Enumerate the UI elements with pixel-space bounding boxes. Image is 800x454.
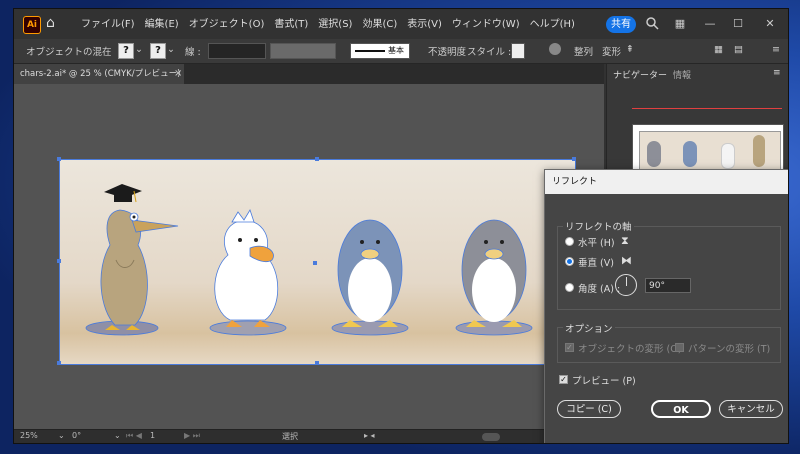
brown-bird-graduate <box>100 184 179 330</box>
variable-width-profile[interactable] <box>270 43 336 59</box>
vertical-radio[interactable] <box>565 257 574 266</box>
current-tool: 選択 <box>282 432 298 441</box>
reflect-vertical-icon: ⧓ <box>621 254 632 267</box>
angle-radio[interactable] <box>565 283 574 292</box>
chevron-down-icon[interactable]: ⌄ <box>114 431 121 440</box>
angle-dial[interactable] <box>615 274 637 296</box>
preview-checkbox[interactable]: ✓ <box>559 375 568 384</box>
status-menu-icon[interactable]: ▸ ◂ <box>364 431 375 440</box>
chevron-down-icon[interactable]: ⌄ <box>167 44 175 55</box>
chevron-down-icon[interactable]: ⌄ <box>135 44 143 55</box>
transform-label[interactable]: 変形 <box>602 44 621 58</box>
preview-label[interactable]: プレビュー (P) <box>572 373 636 387</box>
artboard-number[interactable]: 1 <box>150 431 155 440</box>
ok-button[interactable]: OK <box>651 400 711 418</box>
menu-file[interactable]: ファイル(F) <box>76 17 140 33</box>
graphic-style-label: スタイル : <box>467 47 512 58</box>
options-group-label: オプション <box>563 321 615 335</box>
minimize-icon[interactable]: — <box>702 16 718 32</box>
horizontal-label[interactable]: 水平 (H) <box>578 235 615 249</box>
menu-effect[interactable]: 効果(C) <box>357 17 402 33</box>
menu-object[interactable]: オブジェクト(O) <box>184 17 270 33</box>
vertical-label[interactable]: 垂直 (V) <box>578 255 614 269</box>
menu-view[interactable]: 表示(V) <box>402 17 447 33</box>
menu-bar: ファイル(F) 編集(E) オブジェクト(O) 書式(T) 選択(S) 効果(C… <box>76 17 580 33</box>
first-artboard-icon[interactable]: ⏮ ◀ <box>126 431 142 441</box>
share-button[interactable]: 共有 <box>606 16 636 33</box>
arrange-icon[interactable]: ▦ <box>714 44 723 55</box>
menu-select[interactable]: 選択(S) <box>313 17 357 33</box>
document-tab-bar: chars-2.ai* @ 25 % (CMYK/プレビュー) × <box>14 64 604 84</box>
panel-menu-icon[interactable]: ≡ <box>773 68 781 78</box>
white-duck <box>214 209 279 327</box>
panel-menu-icon[interactable]: ≡ <box>772 44 780 55</box>
tab-close-icon[interactable]: × <box>174 64 182 84</box>
menu-help[interactable]: ヘルプ(H) <box>525 17 580 33</box>
angle-label[interactable]: 角度 (A) : <box>578 281 620 295</box>
artboard[interactable] <box>59 159 576 365</box>
canvas-area[interactable] <box>14 84 604 429</box>
menu-type[interactable]: 書式(T) <box>269 17 313 33</box>
view-box-top <box>632 108 782 109</box>
tab-info[interactable]: 情報 <box>673 68 691 81</box>
reflect-horizontal-icon: ⧗ <box>621 234 629 247</box>
selection-handle[interactable] <box>57 361 61 365</box>
zoom-level[interactable]: 25% <box>20 431 38 440</box>
stroke-weight-input[interactable] <box>208 43 266 59</box>
chevron-down-icon[interactable]: ⌄ <box>58 431 65 440</box>
recolor-artwork-icon[interactable] <box>549 43 561 55</box>
stroke-weight-label: 線 : <box>185 47 201 58</box>
search-icon[interactable] <box>644 16 660 32</box>
title-bar: Ai ⌂ ファイル(F) 編集(E) オブジェクト(O) 書式(T) 選択(S)… <box>14 9 788 39</box>
control-bar: オブジェクトの混在 ? ⌄ ? ⌄ 線 : 基本 不透明度 スタイル : 整列 … <box>14 39 788 64</box>
copy-button[interactable]: コピー (C) <box>557 400 621 418</box>
arrange-documents-icon[interactable]: ▦ <box>672 16 688 32</box>
rotation-value[interactable]: 0° <box>72 431 81 440</box>
selection-handle[interactable] <box>315 361 319 365</box>
reflect-dialog: リフレクト リフレクトの軸 水平 (H) ⧗ 垂直 (V) ⧓ 角度 (A) :… <box>544 169 788 443</box>
scrollbar-thumb[interactable] <box>482 433 500 441</box>
align-label[interactable]: 整列 <box>574 44 593 58</box>
illustrator-window: Ai ⌂ ファイル(F) 編集(E) オブジェクト(O) 書式(T) 選択(S)… <box>13 8 789 444</box>
opacity-label[interactable]: 不透明度 <box>428 44 466 58</box>
dialog-title: リフレクト <box>545 170 788 194</box>
menu-window[interactable]: ウィンドウ(W) <box>447 17 525 33</box>
selection-handle[interactable] <box>315 157 319 161</box>
axis-group-label: リフレクトの軸 <box>563 219 634 233</box>
maximize-icon[interactable]: ☐ <box>730 16 746 32</box>
cancel-button[interactable]: キャンセル <box>719 400 783 418</box>
stroke-swatch[interactable]: ? <box>150 43 166 59</box>
graphic-style-swatch[interactable] <box>511 43 525 59</box>
document-tab[interactable]: chars-2.ai* @ 25 % (CMYK/プレビュー) <box>14 64 184 84</box>
next-artboard-icon[interactable]: ▶ ⏭ <box>184 431 200 441</box>
app-logo: Ai <box>23 16 41 34</box>
transform-patterns-label: パターンの変形 (T) <box>688 344 771 355</box>
close-icon[interactable]: ✕ <box>762 16 778 32</box>
transform-objects-label: オブジェクトの変形 (O) <box>578 344 682 355</box>
brush-definition[interactable]: 基本 <box>350 43 410 59</box>
angle-input[interactable]: 90° <box>645 278 691 293</box>
tab-navigator[interactable]: ナビゲーター <box>613 68 667 81</box>
menu-grid-icon[interactable]: ▤ <box>734 44 743 55</box>
selection-handle[interactable] <box>57 157 61 161</box>
selection-handle[interactable] <box>572 157 576 161</box>
transform-objects-checkbox[interactable]: ✓ <box>565 343 574 352</box>
penguin-blue <box>337 219 403 327</box>
selection-handle[interactable] <box>57 259 61 263</box>
horizontal-radio[interactable] <box>565 237 574 246</box>
mixed-objects-label: オブジェクトの混在 <box>26 47 112 58</box>
fill-swatch[interactable]: ? <box>118 43 134 59</box>
transform-patterns-checkbox[interactable] <box>675 343 684 352</box>
status-bar: 25% ⌄ 0° ⌄ ⏮ ◀ 1 ▶ ⏭ 選択 ▸ ◂ <box>14 429 604 443</box>
character-artwork <box>85 184 533 336</box>
reference-point-icon[interactable]: ⇞ <box>626 44 634 55</box>
penguin-gray <box>461 219 527 327</box>
menu-edit[interactable]: 編集(E) <box>140 17 184 33</box>
home-icon[interactable]: ⌂ <box>46 15 62 31</box>
